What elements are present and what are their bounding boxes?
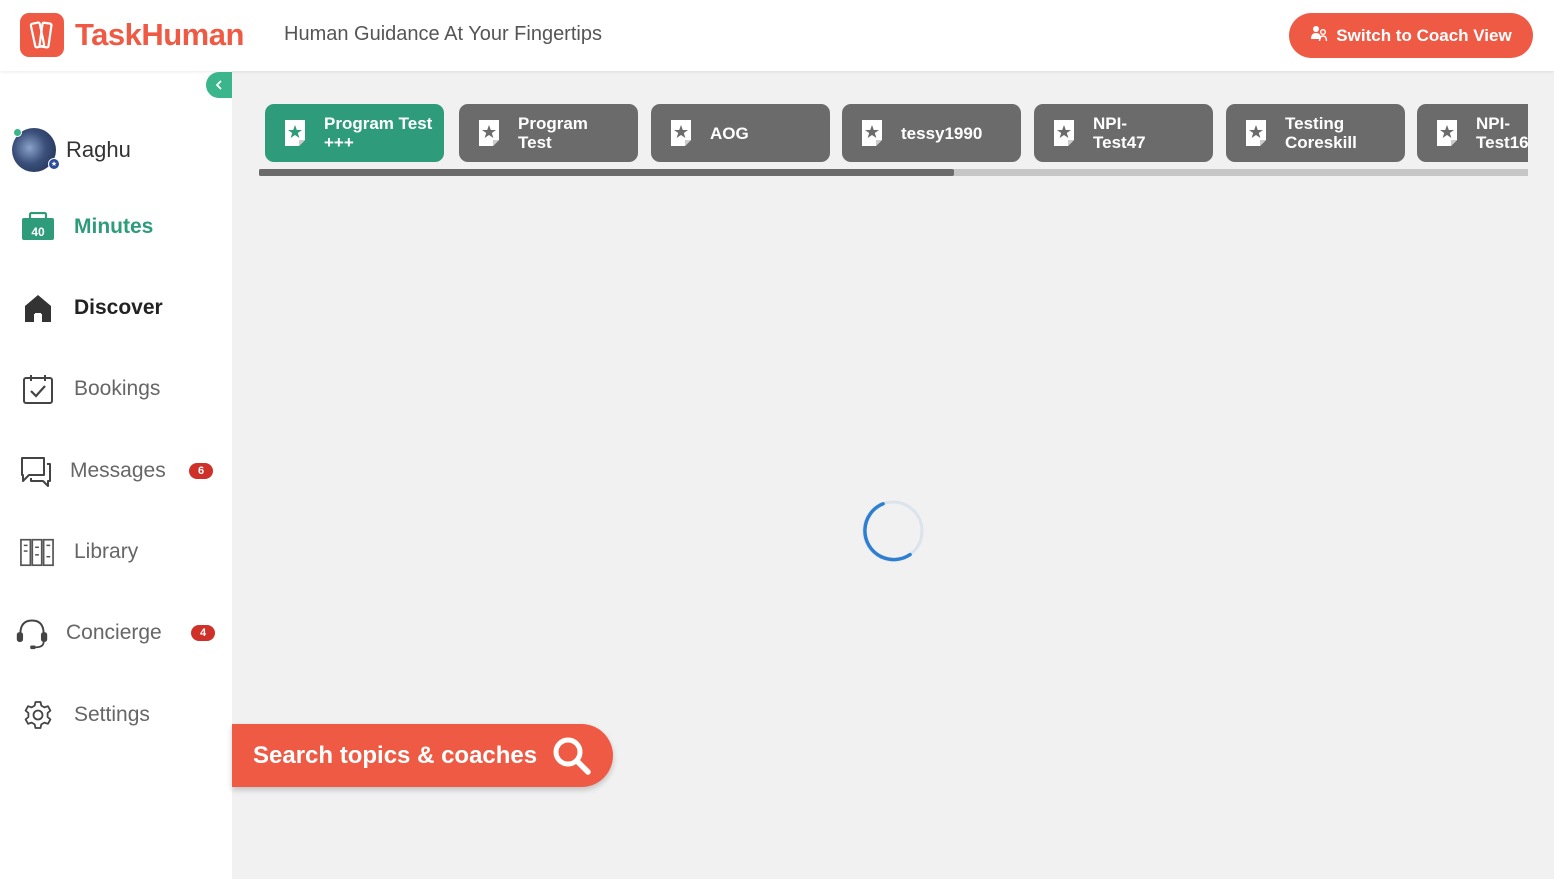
switch-to-coach-view-button[interactable]: Switch to Coach View [1289, 13, 1533, 58]
program-tab[interactable]: tessy1990 [842, 104, 1021, 162]
program-tab[interactable]: AOG [651, 104, 830, 162]
program-tab[interactable]: Testing Coreskill [1226, 104, 1405, 162]
chat-icon [19, 454, 53, 488]
minutes-count: 40 [31, 225, 45, 239]
minutes-wallet-icon: 40 [21, 210, 55, 244]
sidebar-item-label: Concierge [66, 621, 162, 644]
program-tab-label: Program Test [518, 114, 588, 152]
unread-messages-badge: 6 [189, 463, 213, 479]
headset-icon [15, 616, 49, 650]
sidebar-item-settings[interactable]: Settings [0, 693, 232, 737]
search-topics-button[interactable]: Search topics & coaches [232, 724, 613, 787]
app-header: TaskHuman Human Guidance At Your Fingert… [0, 0, 1554, 71]
sidebar-item-library[interactable]: Library [0, 530, 232, 574]
program-tab[interactable]: NPI- Test16 [1417, 104, 1528, 162]
sidebar-item-messages[interactable]: Messages 6 [0, 449, 232, 493]
sidebar-item-label: Discover [74, 296, 163, 319]
concierge-badge: 4 [191, 625, 215, 641]
library-icon [20, 535, 54, 569]
program-tab[interactable]: NPI- Test47 [1034, 104, 1213, 162]
collapse-sidebar-button[interactable] [206, 72, 232, 98]
program-tab[interactable]: Program Test +++ [265, 104, 444, 162]
sidebar-item-bookings[interactable]: Bookings [0, 367, 232, 411]
program-star-icon [862, 120, 882, 146]
program-star-icon [1054, 120, 1074, 146]
home-icon [21, 291, 55, 325]
program-tabs: Program Test +++ Program Test AOG tessy1… [259, 104, 1528, 163]
program-tab-label: tessy1990 [901, 123, 983, 143]
taskhuman-logo-icon [20, 13, 64, 57]
program-star-icon [1246, 120, 1266, 146]
loading-spinner-icon [862, 500, 924, 562]
calendar-check-icon [21, 372, 55, 406]
program-star-icon [1437, 120, 1457, 146]
star-badge-icon: ★ [48, 158, 60, 170]
coach-view-label: Switch to Coach View [1336, 25, 1512, 45]
tagline: Human Guidance At Your Fingertips [284, 23, 602, 45]
sidebar-item-label: Settings [74, 703, 150, 726]
app-logo[interactable]: TaskHuman [20, 13, 244, 57]
chevron-left-icon [214, 77, 224, 93]
sidebar-item-label: Bookings [74, 377, 161, 400]
sidebar-item-concierge[interactable]: Concierge 4 [0, 611, 232, 655]
program-tabs-scrollbar[interactable] [259, 169, 1528, 176]
sidebar-item-minutes[interactable]: 40 Minutes [0, 205, 232, 249]
avatar: ★ [12, 128, 60, 172]
coach-view-icon [1310, 24, 1328, 47]
program-tab-label: Testing Coreskill [1285, 114, 1357, 152]
program-tab-label: NPI- Test16 [1476, 114, 1528, 152]
search-label: Search topics & coaches [253, 741, 538, 769]
user-profile[interactable]: ★ Raghu [12, 128, 131, 172]
program-tab-label: Program Test +++ [324, 114, 433, 152]
program-tab-label: NPI- Test47 [1093, 114, 1146, 152]
program-star-icon [479, 120, 499, 146]
sidebar-item-label: Library [74, 540, 139, 563]
online-status-icon [13, 128, 22, 137]
gear-icon [21, 698, 55, 732]
program-star-icon [671, 120, 691, 146]
program-tab[interactable]: Program Test [459, 104, 638, 162]
search-icon [551, 735, 593, 784]
user-name: Raghu [66, 137, 131, 162]
scrollbar-thumb[interactable] [259, 169, 954, 176]
program-star-icon [285, 120, 305, 146]
sidebar-item-label: Messages [70, 459, 166, 482]
minutes-label: Minutes [74, 215, 154, 238]
sidebar-item-discover[interactable]: Discover [0, 286, 232, 330]
program-tab-label: AOG [710, 123, 749, 143]
app-name: TaskHuman [75, 17, 244, 52]
